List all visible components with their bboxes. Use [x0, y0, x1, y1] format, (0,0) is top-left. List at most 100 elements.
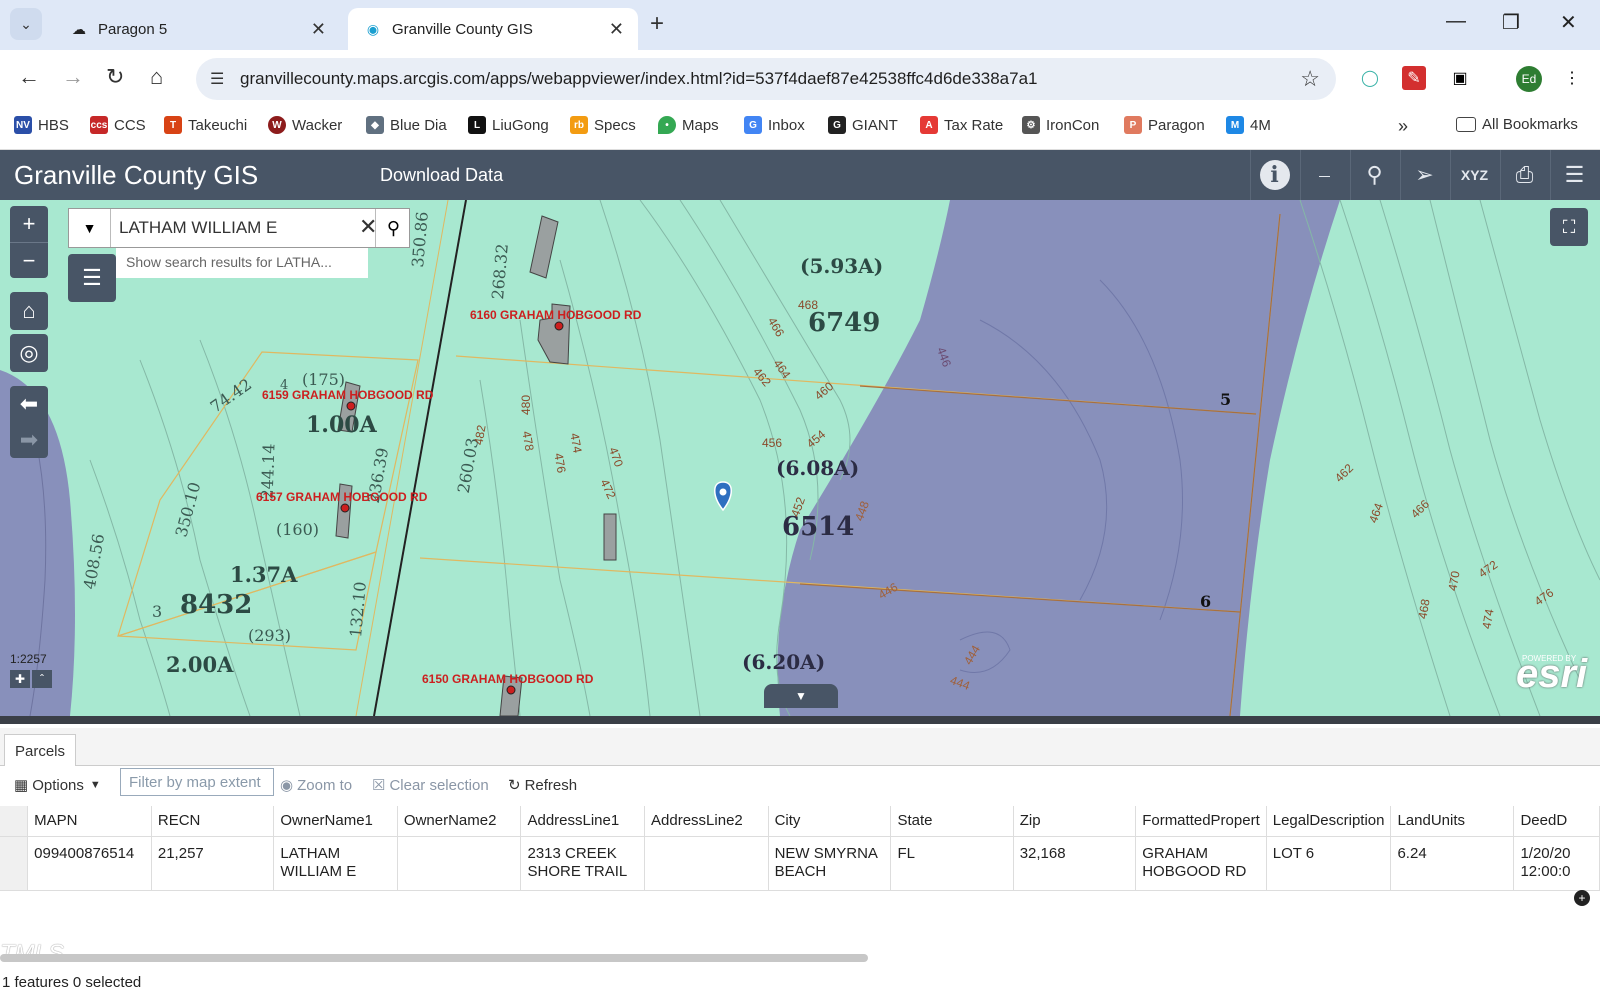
row-selector[interactable]: [0, 836, 29, 891]
table-cell[interactable]: LOT 6: [1266, 836, 1392, 891]
bookmark-tax-rate[interactable]: A Tax Rate: [920, 116, 1003, 134]
column-header[interactable]: RECN: [151, 806, 275, 837]
search-input[interactable]: [119, 215, 349, 241]
back-icon[interactable]: ←: [18, 64, 40, 90]
home-extent-icon[interactable]: ⌂: [10, 292, 48, 330]
layers-icon[interactable]: ☰: [1550, 150, 1598, 200]
print-icon[interactable]: ⎙: [1500, 150, 1548, 200]
column-header[interactable]: MAPN: [27, 806, 152, 837]
select-icon[interactable]: ➢: [1400, 150, 1448, 200]
search-source-dropdown-icon[interactable]: ▼: [69, 209, 111, 247]
column-header[interactable]: DeedD +: [1513, 806, 1600, 906]
minimize-icon[interactable]: —: [1446, 10, 1466, 33]
omnibox[interactable]: ☰ granvillecounty.maps.arcgis.com/apps/w…: [196, 58, 1336, 100]
table-cell[interactable]: FL: [890, 836, 1014, 891]
bookmark-ironcon[interactable]: ⚙ IronCon: [1022, 116, 1099, 134]
zoom-out-icon[interactable]: −: [10, 242, 48, 278]
new-tab-icon[interactable]: +: [650, 10, 664, 38]
column-header[interactable]: FormattedPropert: [1135, 806, 1267, 837]
close-tab-icon[interactable]: ✕: [311, 19, 326, 40]
site-info-icon[interactable]: ☰: [210, 69, 224, 89]
table-cell[interactable]: GRAHAM HOBGOOD RD: [1135, 836, 1267, 891]
table-cell[interactable]: NEW SMYRNA BEACH: [768, 836, 892, 891]
extensions-puzzle-icon[interactable]: ▣: [1448, 66, 1472, 90]
previous-extent-icon[interactable]: ⬅: [10, 386, 48, 422]
locate-icon[interactable]: ◎: [10, 334, 48, 372]
table-cell[interactable]: LATHAM WILLIAM E: [273, 836, 398, 891]
header-row-selector[interactable]: [0, 806, 29, 837]
bookmark-maps[interactable]: • Maps: [658, 116, 719, 134]
browser-menu-icon[interactable]: ⋮: [1560, 66, 1584, 90]
next-extent-icon[interactable]: ➡: [10, 422, 48, 458]
column-header[interactable]: State: [890, 806, 1014, 837]
fullscreen-icon[interactable]: ⛶: [1550, 208, 1588, 246]
bookmark-hbs[interactable]: NV HBS: [14, 116, 69, 134]
close-tab-icon[interactable]: ✕: [609, 19, 624, 40]
browser-tab-granville-gis[interactable]: ◉ Granville County GIS ✕: [348, 8, 638, 50]
all-bookmarks[interactable]: All Bookmarks: [1456, 116, 1578, 133]
column-header[interactable]: AddressLine1: [520, 806, 646, 837]
table-row[interactable]: 099400876514 21,257 LATHAM WILLIAM E 231…: [0, 836, 1600, 891]
bookmark-giant[interactable]: G GIANT: [828, 116, 898, 134]
bookmark-takeuchi[interactable]: T Takeuchi: [164, 116, 247, 134]
panel-toggle-icon[interactable]: ▼: [764, 684, 838, 708]
chevron-up-icon[interactable]: ˆ: [32, 670, 52, 688]
filter-by-map-extent-toggle[interactable]: Filter by map extent: [120, 768, 274, 796]
tab-search-dropdown-icon[interactable]: ⌄: [10, 8, 42, 40]
bookmark-liugong[interactable]: L LiuGong: [468, 116, 549, 134]
bookmark-ccs[interactable]: ccs CCS: [90, 116, 146, 134]
column-header[interactable]: OwnerName1: [273, 806, 398, 837]
panel-divider[interactable]: [0, 716, 1600, 724]
extension-circle-icon[interactable]: ◯: [1358, 66, 1382, 90]
clear-selection-button[interactable]: ☒ Clear selection: [372, 776, 489, 795]
column-header[interactable]: Zip: [1013, 806, 1137, 837]
measure-icon[interactable]: ⎯: [1300, 150, 1348, 200]
browser-tab-paragon[interactable]: ☁ Paragon 5 ✕: [54, 8, 340, 50]
zoom-search-icon[interactable]: ⚲: [1350, 150, 1398, 200]
info-icon[interactable]: i: [1250, 150, 1298, 200]
url-text[interactable]: granvillecounty.maps.arcgis.com/apps/web…: [240, 69, 1038, 89]
zoom-in-icon[interactable]: +: [10, 206, 48, 242]
search-result-pin-icon[interactable]: [714, 481, 732, 512]
table-cell[interactable]: [397, 836, 522, 891]
legend-list-icon[interactable]: ☰: [68, 254, 116, 302]
close-window-icon[interactable]: ✕: [1560, 10, 1577, 35]
reload-icon[interactable]: ↻: [106, 64, 124, 90]
table-cell[interactable]: 1/20/20 12:00:0: [1513, 836, 1600, 891]
home-icon[interactable]: ⌂: [150, 64, 163, 90]
tab-parcels[interactable]: Parcels: [4, 734, 77, 766]
column-header[interactable]: City: [768, 806, 892, 837]
bookmark-inbox[interactable]: G Inbox: [744, 116, 805, 134]
download-data-link[interactable]: Download Data: [380, 165, 503, 186]
bookmark-wacker[interactable]: W Wacker: [268, 116, 342, 134]
more-bookmarks-icon[interactable]: »: [1398, 116, 1408, 137]
zoom-to-button[interactable]: ◉ Zoom to: [280, 776, 352, 795]
table-cell[interactable]: 2313 CREEK SHORE TRAIL: [520, 836, 646, 891]
options-menu[interactable]: ▦ Options ▼: [14, 776, 101, 795]
table-cell[interactable]: 21,257: [151, 836, 275, 891]
table-cell[interactable]: [644, 836, 769, 891]
column-header[interactable]: LandUnits: [1390, 806, 1515, 837]
column-header[interactable]: OwnerName2: [397, 806, 522, 837]
bookmark-specs[interactable]: rb Specs: [570, 116, 636, 134]
horizontal-scrollbar[interactable]: [0, 954, 868, 962]
table-cell[interactable]: 099400876514: [27, 836, 152, 891]
search-suggestion[interactable]: Show search results for LATHA...: [116, 248, 368, 278]
bookmark-blue-dia[interactable]: ◆ Blue Dia: [366, 116, 447, 134]
refresh-button[interactable]: ↻ Refresh: [508, 776, 577, 795]
column-header[interactable]: LegalDescription: [1266, 806, 1392, 837]
search-icon[interactable]: ⚲: [375, 209, 411, 247]
forward-icon[interactable]: →: [62, 64, 84, 90]
bookmark-star-icon[interactable]: ☆: [1300, 66, 1320, 92]
restore-icon[interactable]: ❐: [1502, 10, 1520, 35]
column-header[interactable]: AddressLine2: [644, 806, 769, 837]
profile-avatar[interactable]: Ed: [1516, 66, 1542, 92]
bookmark-4m[interactable]: M 4M: [1226, 116, 1271, 134]
crosshair-icon[interactable]: ✚: [10, 670, 30, 688]
xyz-icon[interactable]: XYZ: [1450, 150, 1498, 200]
bookmark-paragon[interactable]: P Paragon: [1124, 116, 1205, 134]
map-view[interactable]: (5.93A) 6749 (6.08A) 6514 (6.20A) 1.00A …: [0, 200, 1600, 716]
table-cell[interactable]: 32,168: [1013, 836, 1137, 891]
pdf-extension-icon[interactable]: ✎: [1402, 66, 1426, 90]
table-cell[interactable]: 6.24: [1390, 836, 1515, 891]
